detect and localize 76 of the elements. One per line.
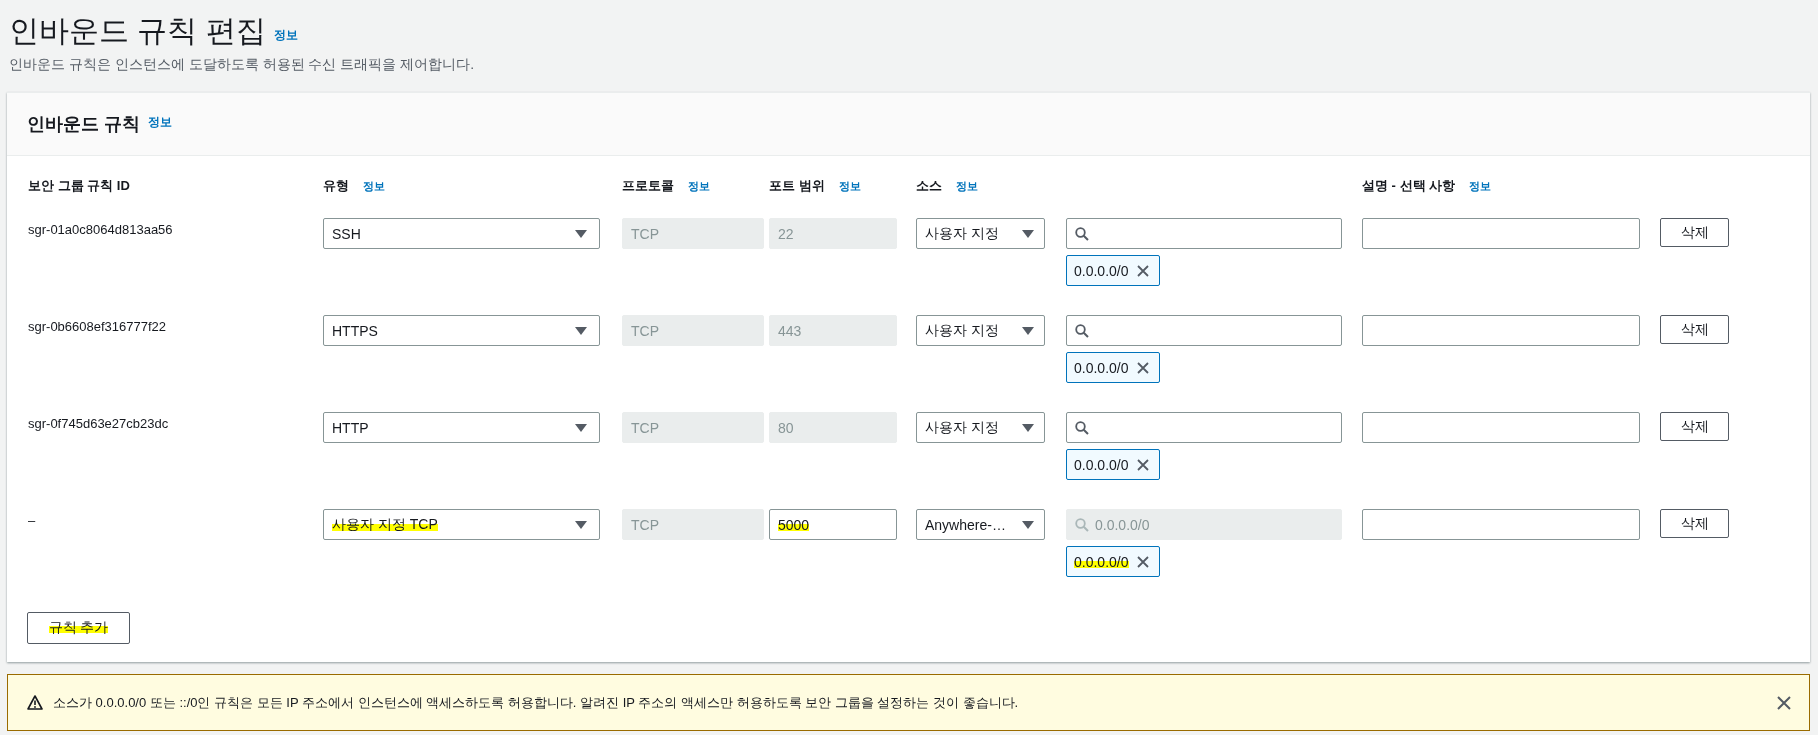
select-value: SSH: [332, 225, 361, 242]
info-link[interactable]: 정보: [1469, 178, 1492, 194]
info-link[interactable]: 정보: [148, 113, 172, 135]
column-header: 유형: [323, 177, 349, 195]
filter-token: 0.0.0.0/0: [1066, 352, 1160, 383]
description-field[interactable]: [1362, 412, 1640, 443]
info-link[interactable]: 정보: [956, 178, 978, 194]
description-field[interactable]: [1362, 509, 1640, 540]
warning-icon: [27, 695, 43, 710]
source-select[interactable]: 사용자 지정: [916, 315, 1045, 346]
type-select[interactable]: 사용자 지정 TCP: [323, 509, 600, 540]
column-header: 프로토콜: [622, 177, 674, 195]
caret-icon: [1022, 326, 1034, 335]
select-value: HTTP: [332, 419, 369, 436]
filter-token: 0.0.0.0/0: [1066, 255, 1160, 286]
delete-button[interactable]: 삭제: [1660, 315, 1729, 344]
info-link[interactable]: 정보: [363, 178, 385, 194]
info-link[interactable]: 정보: [688, 178, 710, 194]
column-header: 설명 - 선택 사항: [1362, 177, 1456, 195]
caret-icon: [575, 229, 587, 238]
type-select[interactable]: HTTPS: [323, 315, 600, 346]
search-field[interactable]: [1066, 412, 1342, 443]
search-icon: [1075, 226, 1089, 241]
close-icon[interactable]: [1136, 555, 1149, 568]
select-value: 사용자 지정: [925, 224, 999, 243]
select-value: 사용자 지정: [925, 321, 999, 340]
caret-icon: [575, 423, 587, 432]
select-value: HTTPS: [332, 322, 378, 339]
info-link[interactable]: 정보: [273, 27, 298, 48]
caret-icon: [1022, 423, 1034, 432]
search-icon: [1075, 323, 1089, 338]
close-icon[interactable]: [1136, 264, 1149, 277]
caret-icon: [575, 326, 587, 335]
description-field[interactable]: [1362, 315, 1640, 346]
source-select[interactable]: 사용자 지정: [916, 412, 1045, 443]
port-field: 80: [769, 412, 897, 443]
port-field: 22: [769, 218, 897, 249]
protocol-field: TCP: [622, 509, 764, 540]
column-header: 소스: [916, 177, 942, 195]
column-header: 보안 그룹 규칙 ID: [28, 177, 130, 195]
select-value: Anywhere-…: [925, 516, 1006, 533]
close-icon[interactable]: [1136, 361, 1149, 374]
caret-icon: [575, 520, 587, 529]
delete-button[interactable]: 삭제: [1660, 218, 1729, 247]
rule-id: sgr-01a0c8064d813aa56: [28, 221, 174, 237]
search-field[interactable]: [1066, 315, 1342, 346]
filter-token: 0.0.0.0/0: [1066, 449, 1160, 480]
caret-icon: [1022, 229, 1034, 238]
type-select[interactable]: HTTP: [323, 412, 600, 443]
info-link[interactable]: 정보: [838, 178, 861, 194]
page-title: 인바운드 규칙 편집: [9, 14, 266, 48]
page-description: 인바운드 규칙은 인스턴스에 도달하도록 허용된 수신 트래픽을 제어합니다.: [8, 56, 476, 74]
protocol-field: TCP: [622, 218, 764, 249]
select-value: 사용자 지정 TCP: [332, 515, 438, 534]
search-icon: [1075, 517, 1089, 532]
rule-id: –: [28, 512, 37, 528]
caret-icon: [1022, 520, 1034, 529]
protocol-field: TCP: [622, 412, 764, 443]
select-value: 사용자 지정: [925, 418, 999, 437]
source-select[interactable]: 사용자 지정: [916, 218, 1045, 249]
source-select[interactable]: Anywhere-…: [916, 509, 1045, 540]
close-icon[interactable]: [1777, 695, 1791, 710]
close-icon[interactable]: [1136, 458, 1149, 471]
protocol-field: TCP: [622, 315, 764, 346]
delete-button[interactable]: 삭제: [1660, 509, 1729, 538]
warning-text: 소스가 0.0.0.0/0 또는 ::/0인 규칙은 모든 IP 주소에서 인스턴스에 액세스하도록 허용합니다. 알려진 IP 주소의 액세스만 허용하도록 보안 그룹을 설정하는 것이 좋습니다.: [53, 693, 1020, 712]
panel-title: 인바운드 규칙: [27, 113, 140, 136]
column-header: 포트 범위: [769, 177, 825, 195]
port-field: 443: [769, 315, 897, 346]
search-icon: [1075, 420, 1089, 435]
delete-button[interactable]: 삭제: [1660, 412, 1729, 441]
rule-id: sgr-0b6608ef316777f22: [28, 318, 168, 334]
rule-id: sgr-0f745d63e27cb23dc: [28, 415, 170, 431]
description-field[interactable]: [1362, 218, 1640, 249]
search-field[interactable]: [1066, 218, 1342, 249]
type-select[interactable]: SSH: [323, 218, 600, 249]
